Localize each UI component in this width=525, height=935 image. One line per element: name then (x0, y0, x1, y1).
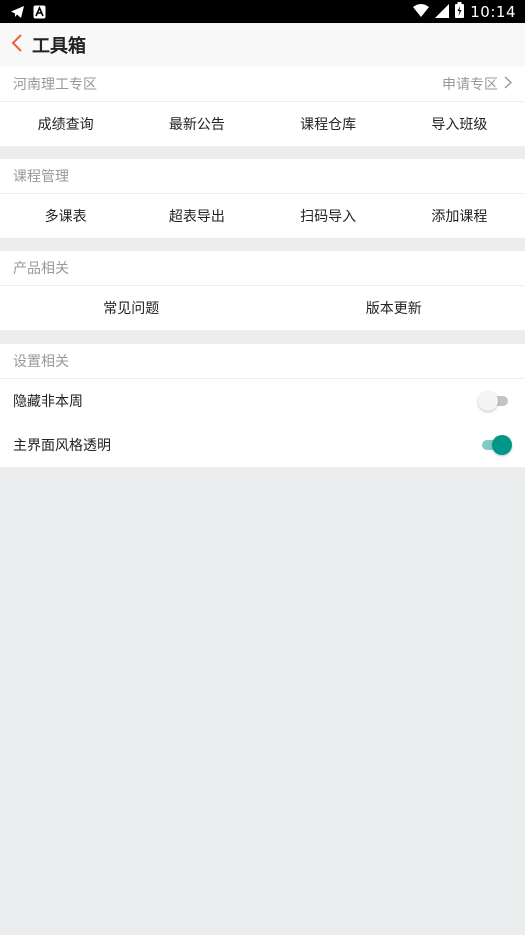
status-time: 10:14 (470, 3, 516, 21)
status-bar: 10:14 (0, 0, 525, 23)
section-title-henan: 河南理工专区 (13, 77, 97, 93)
course-repo-button[interactable]: 课程仓库 (263, 114, 394, 134)
signal-icon (435, 3, 450, 22)
super-table-export-button[interactable]: 超表导出 (131, 206, 262, 226)
a-notification-icon (33, 4, 46, 23)
telegram-icon (10, 4, 25, 23)
section-title-settings: 设置相关 (13, 354, 69, 370)
section-header: 河南理工专区 申请专区 (0, 67, 525, 102)
back-button[interactable] (2, 23, 32, 67)
setting-transparent-style: 主界面风格透明 (0, 423, 525, 467)
version-update-button[interactable]: 版本更新 (263, 298, 525, 318)
henan-grid: 成绩查询 最新公告 课程仓库 导入班级 (0, 102, 525, 146)
grade-query-button[interactable]: 成绩查询 (0, 114, 131, 134)
page-title: 工具箱 (32, 36, 86, 57)
setting-hide-non-week: 隐藏非本周 (0, 379, 525, 423)
import-class-button[interactable]: 导入班级 (394, 114, 525, 134)
transparent-style-label: 主界面风格透明 (13, 438, 111, 454)
multi-schedule-button[interactable]: 多课表 (0, 206, 131, 226)
section-header: 课程管理 (0, 159, 525, 194)
transparent-style-toggle[interactable] (478, 435, 512, 455)
battery-icon (455, 2, 465, 22)
course-grid: 多课表 超表导出 扫码导入 添加课程 (0, 194, 525, 238)
title-bar: 工具箱 (0, 23, 525, 67)
section-product: 产品相关 常见问题 版本更新 (0, 251, 525, 330)
section-henan: 河南理工专区 申请专区 成绩查询 最新公告 课程仓库 导入班级 (0, 67, 525, 146)
section-settings: 设置相关 隐藏非本周 主界面风格透明 (0, 344, 525, 467)
section-title-product: 产品相关 (13, 261, 69, 277)
product-grid: 常见问题 版本更新 (0, 286, 525, 330)
section-header: 设置相关 (0, 344, 525, 379)
latest-notice-button[interactable]: 最新公告 (131, 114, 262, 134)
apply-zone-label: 申请专区 (442, 77, 498, 93)
wifi-icon (413, 3, 430, 22)
add-course-button[interactable]: 添加课程 (394, 206, 525, 226)
section-title-course: 课程管理 (13, 169, 69, 185)
scan-import-button[interactable]: 扫码导入 (263, 206, 394, 226)
chevron-right-icon (504, 75, 513, 93)
apply-zone-button[interactable]: 申请专区 (442, 74, 513, 94)
chevron-left-icon (11, 34, 23, 56)
hide-non-week-toggle[interactable] (478, 391, 512, 411)
faq-button[interactable]: 常见问题 (0, 298, 263, 318)
hide-non-week-label: 隐藏非本周 (13, 394, 83, 410)
section-course: 课程管理 多课表 超表导出 扫码导入 添加课程 (0, 159, 525, 238)
section-header: 产品相关 (0, 251, 525, 286)
